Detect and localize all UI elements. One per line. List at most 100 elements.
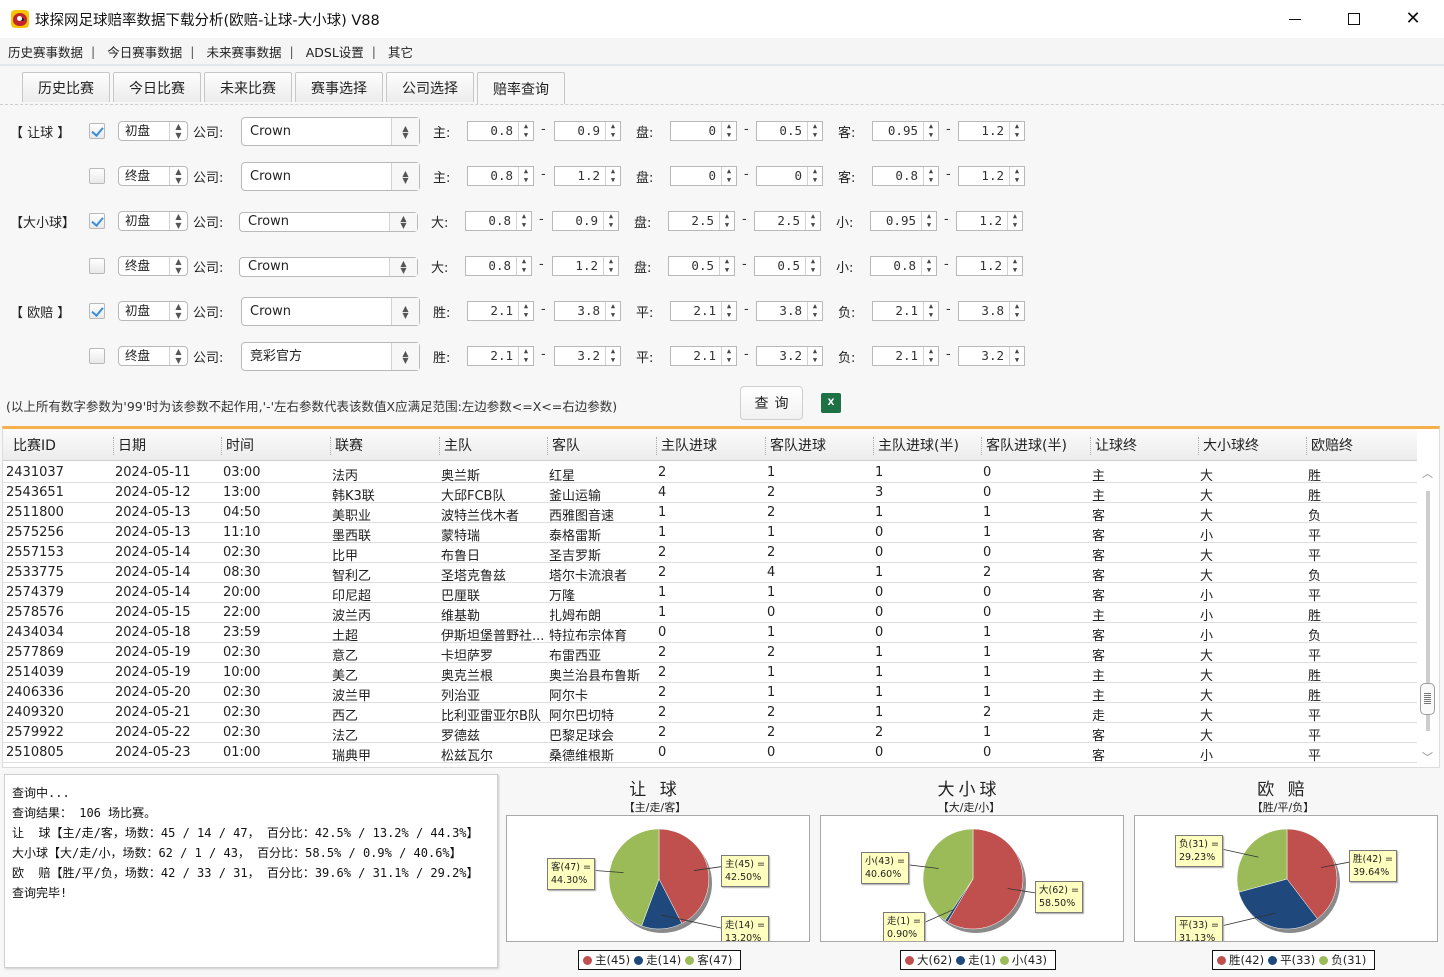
tab-history-matches[interactable]: 历史比赛 [22, 72, 110, 102]
menu-adsl-settings[interactable]: ADSL设置 [294, 42, 364, 61]
table-row[interactable]: 2557153 2024-05-14 02:30 比甲 布鲁日 圣吉罗斯 2 2 0 0 客 大 平 [3, 543, 1417, 564]
company-select[interactable]: Crown ▲ ▼ [241, 162, 420, 191]
column-header[interactable]: 让球终 [1090, 437, 1137, 455]
range-min-input[interactable]: 2.1 ▲ ▼ [872, 301, 939, 321]
range-max-input[interactable]: 2.5 ▲ ▼ [754, 211, 821, 231]
filter-enable-checkbox[interactable] [89, 123, 105, 139]
table-row[interactable]: 2579922 2024-05-22 02:30 法乙 罗德兹 巴黎足球会 2 2 2 1 客 大 平 [3, 723, 1417, 744]
spin-arrows-icon[interactable]: ▲ ▼ [1009, 122, 1024, 140]
range-min-input[interactable]: 0.8 ▲ ▼ [467, 121, 534, 141]
spin-arrows-icon[interactable]: ▲ ▼ [1009, 302, 1024, 320]
range-max-input[interactable]: 0.9 ▲ ▼ [554, 121, 621, 141]
spin-arrows-icon[interactable]: ▲ ▼ [923, 122, 938, 140]
table-row[interactable]: 2514039 2024-05-19 10:00 美乙 奥克兰根 奥兰治县布鲁斯 2 1 1 1 主… [3, 663, 1417, 684]
table-row[interactable]: 2511800 2024-05-13 04:50 美职业 波特兰伐木者 西雅图音速 1 2 1 1… [3, 503, 1417, 524]
odds-stage-select[interactable]: 终盘 ▲ ▼ [118, 256, 188, 276]
range-min-input[interactable]: 0.8 ▲ ▼ [465, 211, 532, 231]
range-min-input[interactable]: 2.1 ▲ ▼ [670, 301, 737, 321]
range-min-input[interactable]: 0.95 ▲ ▼ [872, 121, 939, 141]
range-min-input[interactable]: 2.1 ▲ ▼ [467, 346, 534, 366]
spin-arrows-icon[interactable]: ▲ ▼ [169, 122, 187, 140]
column-header[interactable]: 主队进球(半) [873, 437, 959, 455]
table-row[interactable]: 2575256 2024-05-13 11:10 墨西联 蒙特瑞 泰格雷斯 1 1 0 1 客 小 平 [3, 523, 1417, 544]
table-row[interactable]: 2533775 2024-05-14 08:30 智利乙 圣塔克鲁兹 塔尔卡流浪者 2 4 1 2… [3, 563, 1417, 584]
column-header[interactable]: 大小球终 [1198, 437, 1259, 455]
spin-arrows-icon[interactable]: ▲ ▼ [169, 257, 187, 275]
range-min-input[interactable]: 0 ▲ ▼ [670, 166, 737, 186]
odds-stage-select[interactable]: 初盘 ▲ ▼ [118, 211, 188, 231]
range-min-input[interactable]: 0.8 ▲ ▼ [465, 256, 532, 276]
column-header[interactable]: 客队 [547, 437, 580, 455]
company-select[interactable]: Crown ▲ ▼ [239, 257, 418, 277]
maximize-button[interactable] [1325, 0, 1383, 38]
spin-arrows-icon[interactable]: ▲ ▼ [605, 347, 620, 365]
range-min-input[interactable]: 0.8 ▲ ▼ [467, 166, 534, 186]
column-header[interactable]: 客队进球(半) [981, 437, 1067, 455]
filter-enable-checkbox[interactable] [89, 168, 105, 184]
column-header[interactable]: 客队进球 [765, 437, 826, 455]
close-button[interactable]: ✕ [1384, 0, 1442, 38]
spin-arrows-icon[interactable]: ▲ ▼ [518, 347, 533, 365]
column-header[interactable]: 时间 [221, 437, 254, 455]
range-min-input[interactable]: 0.5 ▲ ▼ [668, 256, 735, 276]
spin-arrows-icon[interactable]: ▲ ▼ [169, 302, 187, 320]
tab-today-matches[interactable]: 今日比赛 [113, 72, 201, 102]
spin-arrows-icon[interactable]: ▲ ▼ [721, 302, 736, 320]
range-min-input[interactable]: 2.1 ▲ ▼ [670, 346, 737, 366]
range-min-input[interactable]: 2.1 ▲ ▼ [467, 301, 534, 321]
spin-arrows-icon[interactable]: ▲ ▼ [605, 167, 620, 185]
range-max-input[interactable]: 0 ▲ ▼ [756, 166, 823, 186]
range-max-input[interactable]: 1.2 ▲ ▼ [958, 121, 1025, 141]
spin-arrows-icon[interactable]: ▲ ▼ [805, 212, 820, 230]
menu-other[interactable]: 其它 [376, 42, 413, 61]
spin-arrows-icon[interactable]: ▲ ▼ [518, 122, 533, 140]
spin-arrows-icon[interactable]: ▲ ▼ [1007, 212, 1022, 230]
table-row[interactable]: 2510805 2024-05-23 01:00 瑞典甲 松兹瓦尔 桑德维根斯 0 0 0 0 客 小… [3, 743, 1417, 764]
column-header[interactable]: 欧赔终 [1306, 437, 1353, 455]
odds-stage-select[interactable]: 初盘 ▲ ▼ [118, 301, 188, 321]
table-row[interactable]: 2577869 2024-05-19 02:30 意乙 卡坦萨罗 布雷西亚 2 2 1 1 客 大 平 [3, 643, 1417, 664]
spin-arrows-icon[interactable]: ▲ ▼ [807, 302, 822, 320]
table-scrollbar[interactable]: ︿ ﹀ [1417, 461, 1439, 767]
spin-arrows-icon[interactable]: ▲ ▼ [807, 122, 822, 140]
table-row[interactable]: 2409320 2024-05-21 02:30 西乙 比利亚雷亚尔B队 阿尔巴切特 2 2 1… [3, 703, 1417, 724]
spin-arrows-icon[interactable]: ▲ ▼ [169, 347, 187, 365]
range-min-input[interactable]: 0.8 ▲ ▼ [870, 256, 937, 276]
dropdown-arrows-icon[interactable]: ▲ ▼ [389, 258, 417, 276]
excel-icon[interactable]: X [821, 393, 841, 413]
table-row[interactable]: 2574379 2024-05-14 20:00 印尼超 巴厘联 万隆 1 1 0 0 客 小 平 [3, 583, 1417, 604]
query-button[interactable]: 查询 [740, 386, 803, 420]
range-max-input[interactable]: 0.5 ▲ ▼ [754, 256, 821, 276]
odds-stage-select[interactable]: 终盘 ▲ ▼ [118, 166, 188, 186]
table-row[interactable]: 2543651 2024-05-12 13:00 韩K3联 大邱FCB队 釜山运输 4 2 3 0… [3, 483, 1417, 504]
tab-future-matches[interactable]: 未来比赛 [204, 72, 292, 102]
spin-arrows-icon[interactable]: ▲ ▼ [721, 347, 736, 365]
spin-arrows-icon[interactable]: ▲ ▼ [1007, 257, 1022, 275]
range-min-input[interactable]: 0 ▲ ▼ [670, 121, 737, 141]
spin-arrows-icon[interactable]: ▲ ▼ [516, 212, 531, 230]
spin-arrows-icon[interactable]: ▲ ▼ [605, 122, 620, 140]
column-header[interactable]: 主队 [439, 437, 472, 455]
odds-stage-select[interactable]: 初盘 ▲ ▼ [118, 121, 188, 141]
scroll-up-icon[interactable]: ︿ [1422, 465, 1433, 481]
spin-arrows-icon[interactable]: ▲ ▼ [719, 212, 734, 230]
dropdown-arrows-icon[interactable]: ▲ ▼ [391, 163, 419, 190]
spin-arrows-icon[interactable]: ▲ ▼ [1009, 167, 1024, 185]
filter-enable-checkbox[interactable] [89, 213, 105, 229]
range-max-input[interactable]: 3.2 ▲ ▼ [958, 346, 1025, 366]
range-max-input[interactable]: 3.8 ▲ ▼ [756, 301, 823, 321]
range-min-input[interactable]: 2.5 ▲ ▼ [668, 211, 735, 231]
range-max-input[interactable]: 0.9 ▲ ▼ [552, 211, 619, 231]
spin-arrows-icon[interactable]: ▲ ▼ [518, 302, 533, 320]
table-row[interactable]: 2578576 2024-05-15 22:00 波兰丙 维基勒 扎姆布朗 1 0 0 0 主 小 胜 [3, 603, 1417, 624]
menu-history-data[interactable]: 历史赛事数据 [0, 42, 83, 61]
table-row[interactable]: 2431037 2024-05-11 03:00 法丙 奥兰斯 红星 2 1 1 0 主 大 胜 [3, 463, 1417, 484]
spin-arrows-icon[interactable]: ▲ ▼ [518, 167, 533, 185]
column-header[interactable]: 日期 [113, 437, 146, 455]
company-select[interactable]: Crown ▲ ▼ [239, 212, 418, 232]
filter-enable-checkbox[interactable] [89, 348, 105, 364]
minimize-button[interactable] [1266, 0, 1324, 38]
spin-arrows-icon[interactable]: ▲ ▼ [923, 302, 938, 320]
range-max-input[interactable]: 3.8 ▲ ▼ [958, 301, 1025, 321]
range-max-input[interactable]: 3.2 ▲ ▼ [554, 346, 621, 366]
